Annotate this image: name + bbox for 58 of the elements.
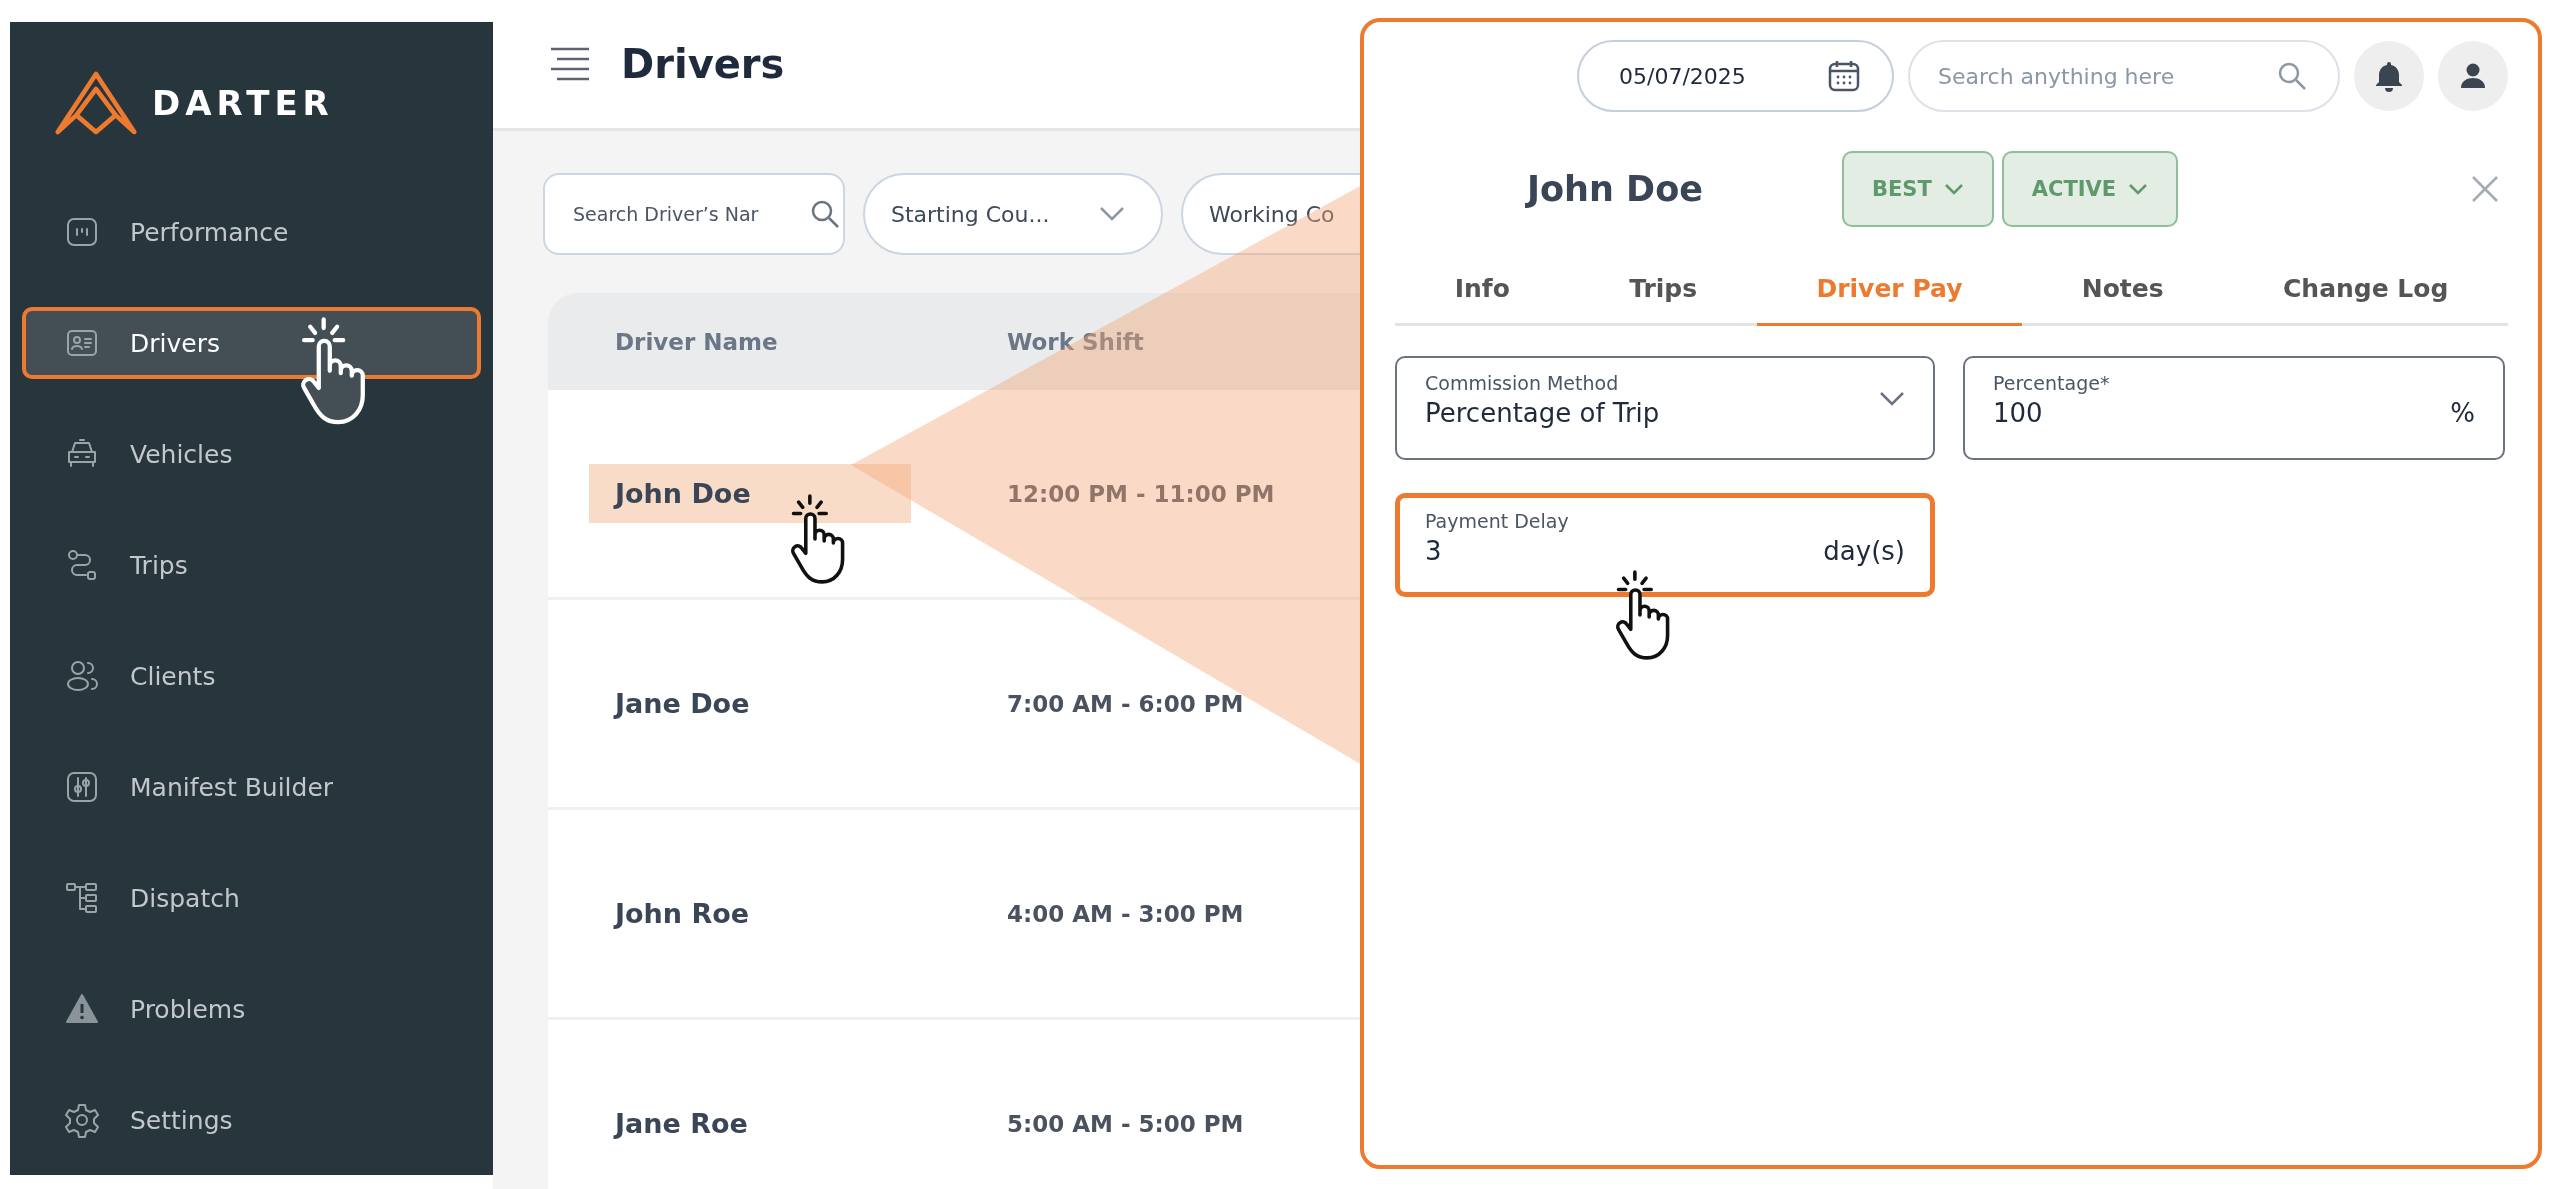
chevron-down-icon — [1943, 183, 1964, 195]
tab[interactable]: Trips — [1569, 258, 1757, 326]
field-label: Commission Method — [1425, 372, 1620, 394]
sliders-icon — [64, 769, 100, 805]
tab[interactable]: Info — [1395, 258, 1570, 326]
work-shift-cell: 5:00 AM - 5:00 PM — [1007, 1110, 1244, 1137]
field-value: 3 — [1425, 536, 1442, 566]
field-value: Percentage of Trip — [1425, 398, 1660, 428]
menu-icon[interactable] — [549, 45, 591, 83]
search-field[interactable]: Search Driver’s Nar — [543, 173, 845, 255]
sidebar-item[interactable]: Manifest Builder — [22, 751, 481, 823]
date-field[interactable]: 05/07/2025 — [1577, 40, 1894, 112]
unit-label: % — [2450, 398, 2475, 428]
work-shift-cell: 4:00 AM - 3:00 PM — [1007, 900, 1244, 927]
tab[interactable]: Change Log — [2223, 258, 2509, 326]
driver-name-cell: Jane Doe — [615, 688, 750, 719]
search-input[interactable]: Search Driver’s Nar — [573, 203, 805, 225]
logo-text: DARTER — [152, 83, 334, 123]
filter-dropdown[interactable]: Working Co — [1181, 173, 1360, 255]
work-shift-cell: 12:00 PM - 11:00 PM — [1007, 480, 1275, 507]
sidebar-item[interactable]: Vehicles — [22, 418, 481, 490]
settings-icon — [64, 1102, 100, 1138]
sidebar-item[interactable]: Dispatch — [22, 862, 481, 934]
people-icon — [64, 658, 100, 694]
tab[interactable]: Notes — [2022, 258, 2224, 326]
select-field[interactable]: Commission Method Percentage of Trip — [1395, 356, 1935, 460]
table-row[interactable]: Jane Doe 7:00 AM - 6:00 PM — [548, 600, 1360, 810]
input-field[interactable]: Percentage* 100 % — [1963, 356, 2505, 460]
column-header: Work Shift — [1007, 328, 1144, 355]
sidebar-item[interactable]: Clients — [22, 640, 481, 712]
search-input[interactable]: Search anything here — [1938, 63, 2268, 89]
calendar-icon — [1826, 58, 1862, 94]
close-icon — [2470, 174, 2500, 204]
logo-icon — [54, 70, 138, 136]
work-shift-cell: 7:00 AM - 6:00 PM — [1007, 690, 1244, 717]
driver-name: John Doe — [1524, 169, 1704, 209]
filter-dropdown[interactable]: Starting Cou... — [863, 173, 1163, 255]
table-row[interactable]: John Doe 12:00 PM - 11:00 PM — [548, 390, 1360, 600]
field-label: Percentage* — [1993, 372, 2111, 394]
table-row[interactable]: John Roe 4:00 AM - 3:00 PM — [548, 810, 1360, 1020]
unit-label: day(s) — [1823, 536, 1905, 566]
search-field[interactable]: Search anything here — [1908, 40, 2340, 112]
page-title: Drivers — [621, 41, 785, 87]
column-header: Driver Name — [614, 328, 779, 355]
field-label: Payment Delay — [1425, 510, 1570, 532]
chevron-down-icon — [1879, 391, 1905, 407]
driver-name-cell: Jane Roe — [615, 1108, 748, 1139]
chevron-down-icon — [2128, 183, 2149, 195]
hierarchy-icon — [64, 880, 100, 916]
driver-name-cell: John Roe — [615, 898, 750, 929]
sidebar-item[interactable]: Problems — [22, 973, 481, 1045]
sidebar-item[interactable]: Trips — [22, 529, 481, 601]
field-value: 100 — [1993, 398, 2043, 428]
search-icon — [2276, 60, 2308, 92]
sidebar-item[interactable]: Performance — [22, 196, 481, 268]
sidebar-item[interactable]: Settings — [22, 1084, 481, 1156]
table-row[interactable]: Jane Roe 5:00 AM - 5:00 PM — [548, 1020, 1360, 1189]
search-icon — [809, 198, 841, 230]
